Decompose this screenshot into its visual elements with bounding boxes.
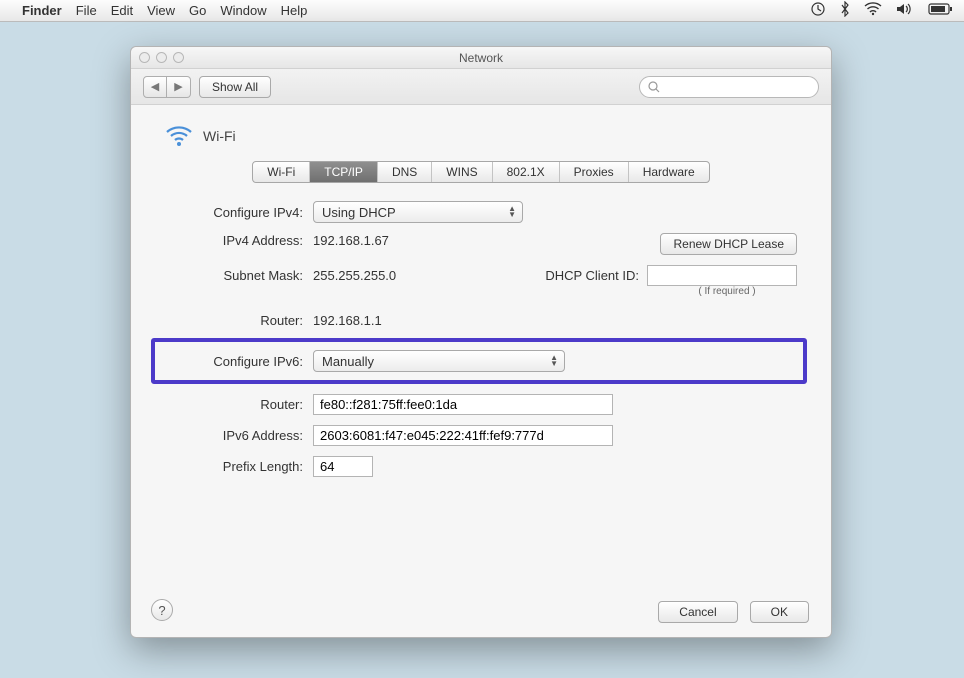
ipv4-router-value: 192.168.1.1 [313, 313, 382, 328]
configure-ipv4-label: Configure IPv4: [155, 205, 313, 220]
wifi-icon[interactable] [864, 2, 882, 19]
configure-ipv6-value: Manually [322, 354, 374, 369]
bluetooth-icon[interactable] [840, 1, 850, 20]
ipv6-router-input[interactable] [313, 394, 613, 415]
ipv6-address-label: IPv6 Address: [155, 428, 313, 443]
cancel-button[interactable]: Cancel [658, 601, 737, 623]
renew-dhcp-button[interactable]: Renew DHCP Lease [660, 233, 797, 255]
content: Wi-Fi Wi-Fi TCP/IP DNS WINS 802.1X Proxi… [131, 105, 831, 637]
menu-window[interactable]: Window [220, 3, 266, 18]
network-window: Network ◀ ▶ Show All Wi-Fi Wi-Fi TCP/IP … [130, 46, 832, 638]
show-all-button[interactable]: Show All [199, 76, 271, 98]
toolbar: ◀ ▶ Show All [131, 69, 831, 105]
ipv4-address-label: IPv4 Address: [155, 233, 313, 248]
timemachine-icon[interactable] [810, 1, 826, 20]
menu-view[interactable]: View [147, 3, 175, 18]
menu-go[interactable]: Go [189, 3, 206, 18]
nav-buttons: ◀ ▶ [143, 76, 191, 98]
zoom-icon[interactable] [173, 52, 184, 63]
tabs: Wi-Fi TCP/IP DNS WINS 802.1X Proxies Har… [155, 161, 807, 183]
wifi-title: Wi-Fi [203, 128, 236, 144]
tab-hardware[interactable]: Hardware [629, 162, 709, 182]
configure-ipv4-select[interactable]: Using DHCP ▲▼ [313, 201, 523, 223]
tab-8021x[interactable]: 802.1X [493, 162, 560, 182]
ipv4-address-value: 192.168.1.67 [313, 233, 389, 248]
back-button[interactable]: ◀ [143, 76, 167, 98]
titlebar: Network [131, 47, 831, 69]
dhcp-client-id-label: DHCP Client ID: [545, 268, 639, 283]
battery-icon[interactable] [928, 2, 954, 19]
tab-dns[interactable]: DNS [378, 162, 432, 182]
chevron-updown-icon: ▲▼ [550, 355, 558, 367]
wifi-large-icon [165, 125, 193, 147]
subnet-mask-value: 255.255.255.0 [313, 268, 396, 283]
help-button[interactable]: ? [151, 599, 173, 621]
dialog-actions: Cancel OK [658, 601, 809, 623]
menubar-extras [810, 1, 954, 20]
app-name[interactable]: Finder [22, 3, 62, 18]
wifi-header: Wi-Fi [165, 125, 807, 147]
subnet-mask-label: Subnet Mask: [155, 268, 313, 283]
configure-ipv6-label: Configure IPv6: [155, 354, 313, 369]
menu-edit[interactable]: Edit [111, 3, 133, 18]
chevron-updown-icon: ▲▼ [508, 206, 516, 218]
configure-ipv6-select[interactable]: Manually ▲▼ [313, 350, 565, 372]
dhcp-client-id-input[interactable] [647, 265, 797, 286]
configure-ipv4-value: Using DHCP [322, 205, 396, 220]
window-title: Network [459, 51, 503, 65]
ipv6-router-label: Router: [155, 397, 313, 412]
traffic-lights [139, 52, 184, 63]
if-required-text: ( If required ) [657, 286, 807, 297]
tab-tcpip[interactable]: TCP/IP [310, 162, 378, 182]
ipv4-router-label: Router: [155, 313, 313, 328]
configure-ipv6-highlight: Configure IPv6: Manually ▲▼ [151, 338, 807, 384]
ipv6-address-input[interactable] [313, 425, 613, 446]
prefix-length-input[interactable] [313, 456, 373, 477]
menu-help[interactable]: Help [281, 3, 308, 18]
minimize-icon[interactable] [156, 52, 167, 63]
forward-button[interactable]: ▶ [167, 76, 191, 98]
menu-file[interactable]: File [76, 3, 97, 18]
ok-button[interactable]: OK [750, 601, 809, 623]
search-input[interactable] [639, 76, 819, 98]
tab-wifi[interactable]: Wi-Fi [253, 162, 310, 182]
close-icon[interactable] [139, 52, 150, 63]
prefix-length-label: Prefix Length: [155, 459, 313, 474]
menubar: Finder File Edit View Go Window Help [0, 0, 964, 22]
tab-proxies[interactable]: Proxies [560, 162, 629, 182]
volume-icon[interactable] [896, 2, 914, 19]
tab-wins[interactable]: WINS [432, 162, 492, 182]
